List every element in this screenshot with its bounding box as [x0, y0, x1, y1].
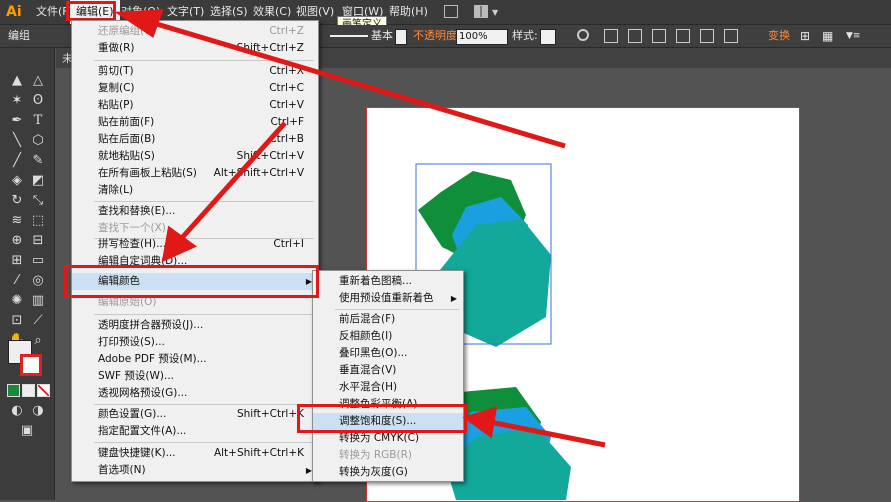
arrowhead-icon: [114, 9, 164, 38]
arrow-to-edit-menu: [149, 19, 566, 149]
arrowhead-icon: [462, 406, 498, 439]
arrow-to-edit-colors: [178, 121, 287, 242]
arrow-to-saturate: [489, 419, 606, 448]
annotation-arrows: [114, 9, 606, 448]
